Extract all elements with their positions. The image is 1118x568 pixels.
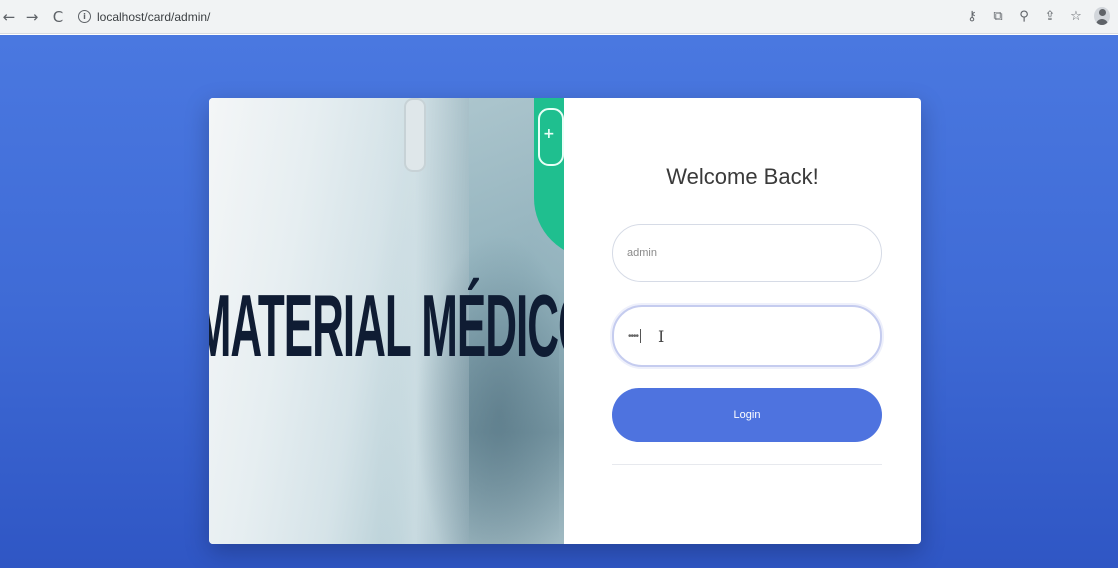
address-bar[interactable]: i localhost/card/admin/ [78,6,210,28]
forward-button[interactable]: → [22,6,42,28]
hero-title: MATERIAL MÉDICO [209,278,564,376]
url-text: localhost/card/admin/ [97,9,211,24]
profile-icon [1094,7,1110,25]
star-icon[interactable]: ☆ [1068,6,1084,26]
reload-button[interactable]: C [48,6,68,28]
password-value: •••• [628,330,639,342]
key-icon[interactable]: ⚷ [964,6,980,26]
welcome-heading: Welcome Back! [666,164,819,189]
reload-icon: C [52,7,64,26]
medical-cross-icon: + [543,126,555,142]
page-background: + MATERIAL MÉDICO Welcome Back! admin ••… [0,35,1118,568]
login-card: + MATERIAL MÉDICO Welcome Back! admin ••… [209,98,921,544]
arrow-right-icon: → [25,7,39,26]
login-form: Welcome Back! admin •••• I Login [564,98,921,544]
info-icon[interactable]: i [78,10,91,23]
browser-toolbar: ← → C i localhost/card/admin/ ⚷ ⧉ ⚲ ⇪ ☆ [0,0,1118,34]
divider [612,464,882,465]
text-cursor-icon: I [658,327,665,346]
password-input[interactable]: •••• I [612,305,882,367]
share-icon[interactable]: ⇪ [1042,6,1058,26]
translate-icon[interactable]: ⧉ [990,6,1006,26]
hero-image: + MATERIAL MÉDICO [209,98,564,544]
zoom-icon[interactable]: ⚲ [1016,6,1032,26]
login-button[interactable]: Login [612,388,882,442]
profile-button[interactable] [1094,6,1110,26]
stethoscope-image [404,98,426,172]
username-value: admin [627,247,657,259]
toolbar-actions: ⚷ ⧉ ⚲ ⇪ ☆ [964,6,1110,26]
username-input[interactable]: admin [612,224,882,282]
back-button[interactable]: ← [2,6,16,28]
arrow-left-icon: ← [2,7,16,26]
text-caret [640,329,642,343]
